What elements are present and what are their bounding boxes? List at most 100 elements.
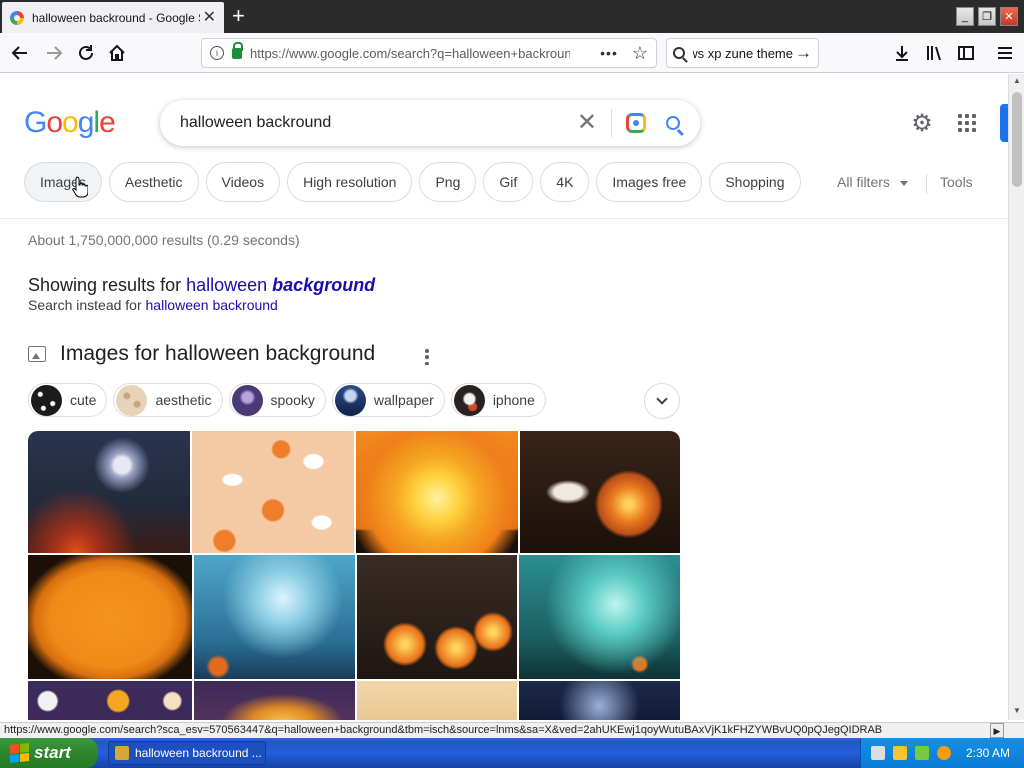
search-input[interactable]: halloween backround <box>180 114 331 132</box>
link-status-bar: https://www.google.com/search?sca_esv=57… <box>0 722 1024 738</box>
spelling-correction: Showing results for halloween background <box>28 275 375 296</box>
close-tab-icon[interactable]: ✕ <box>203 9 216 26</box>
chip-shopping[interactable]: Shopping <box>709 162 801 202</box>
chip-4k[interactable]: 4K <box>540 162 590 202</box>
menu-button[interactable] <box>993 41 1017 65</box>
image-result[interactable] <box>520 431 680 553</box>
image-result[interactable] <box>356 431 518 553</box>
page-actions-icon[interactable]: ••• <box>600 45 618 61</box>
image-result[interactable] <box>192 431 354 553</box>
header-divider <box>0 218 1008 219</box>
refine-chip-spooky[interactable]: spooky <box>228 383 326 417</box>
image-results-grid <box>28 431 680 720</box>
back-arrow-icon <box>11 46 27 60</box>
search-go-arrow-icon[interactable]: → <box>795 43 812 63</box>
hand-cursor-icon <box>72 176 88 198</box>
google-lens-icon[interactable] <box>626 113 646 133</box>
security-shield-icon[interactable] <box>893 746 907 760</box>
original-query-link[interactable]: halloween backround <box>146 297 278 313</box>
keyboard-icon[interactable] <box>871 746 885 760</box>
svg-text:Google: Google <box>24 107 115 139</box>
back-button[interactable] <box>8 41 32 65</box>
firefox-icon <box>115 746 129 760</box>
search-instead: Search instead for halloween backround <box>28 297 278 313</box>
clear-search-icon[interactable]: ✕ <box>577 111 597 135</box>
forward-button[interactable] <box>42 41 66 65</box>
browser-search-box[interactable]: windows xp zune theme → <box>666 38 819 68</box>
new-tab-button[interactable]: + <box>232 5 245 27</box>
vertical-scrollbar[interactable]: ▲ ▼ <box>1008 74 1024 720</box>
library-button[interactable] <box>922 41 946 65</box>
chip-aesthetic[interactable]: Aesthetic <box>108 162 199 202</box>
refine-chips: cute aesthetic spooky wallpaper iphone <box>28 383 546 417</box>
refine-chip-wallpaper[interactable]: wallpaper <box>331 383 445 417</box>
screen: halloween backround - Google Search ✕ + … <box>0 0 1024 768</box>
chip-images-free[interactable]: Images free <box>596 162 703 202</box>
status-scroll-right-icon[interactable]: ▶ <box>990 723 1004 738</box>
sign-in-button-edge[interactable] <box>1000 104 1008 142</box>
network-icon[interactable] <box>915 746 929 760</box>
search-tray-icon[interactable] <box>937 746 951 760</box>
image-result[interactable] <box>357 555 517 679</box>
refine-label: iphone <box>492 392 535 408</box>
search-submit-icon[interactable] <box>666 116 680 130</box>
google-logo-image: Google <box>24 106 116 139</box>
scroll-down-icon[interactable]: ▼ <box>1011 706 1023 718</box>
refine-chip-cute[interactable]: cute <box>28 383 108 417</box>
refine-chip-iphone[interactable]: iphone <box>450 383 546 417</box>
corrected-word: background <box>272 275 376 295</box>
image-result[interactable] <box>519 555 680 679</box>
showing-prefix: Showing results for <box>28 275 182 295</box>
expand-refine-button[interactable] <box>644 383 680 419</box>
image-result[interactable] <box>194 555 355 679</box>
image-result[interactable] <box>519 681 680 720</box>
google-results-page: Google halloween backround ✕ ⚙ Images Ae… <box>0 74 1008 720</box>
corrected-query-link[interactable]: halloween background <box>186 275 375 295</box>
reload-button[interactable] <box>74 41 98 65</box>
image-result[interactable] <box>28 555 192 679</box>
sidebar-button[interactable] <box>954 41 978 65</box>
browser-tab[interactable]: halloween backround - Google Search ✕ <box>2 2 224 33</box>
chip-png[interactable]: Png <box>419 162 477 202</box>
downloads-button[interactable] <box>890 41 914 65</box>
refine-label: spooky <box>270 392 315 408</box>
image-result[interactable] <box>357 681 517 720</box>
chip-videos[interactable]: Videos <box>205 162 281 202</box>
home-button[interactable] <box>105 41 129 65</box>
refine-thumb <box>231 384 263 416</box>
chip-gif[interactable]: Gif <box>483 162 534 202</box>
url-text[interactable]: https://www.google.com/search?q=hallowee… <box>250 46 570 61</box>
scroll-up-icon[interactable]: ▲ <box>1011 76 1023 88</box>
navigation-toolbar: i https://www.google.com/search?q=hallow… <box>0 33 1024 73</box>
chip-images[interactable]: Images <box>24 162 102 202</box>
start-label: start <box>34 743 71 762</box>
bookmark-star-icon[interactable]: ☆ <box>632 43 648 64</box>
images-heading[interactable]: Images for halloween background <box>60 342 375 366</box>
refine-label: wallpaper <box>373 392 434 408</box>
site-info-icon[interactable]: i <box>210 46 224 60</box>
google-apps-icon[interactable] <box>958 114 976 132</box>
maximize-button[interactable]: ❐ <box>978 7 996 26</box>
taskbar-window-label: halloween backround ... <box>135 746 262 760</box>
more-options-icon[interactable] <box>425 349 429 365</box>
refine-chip-aesthetic[interactable]: aesthetic <box>113 383 223 417</box>
scroll-thumb[interactable] <box>1012 92 1022 187</box>
image-result[interactable] <box>28 431 190 553</box>
start-button[interactable]: start <box>0 738 98 768</box>
google-logo[interactable]: Google <box>24 106 116 147</box>
search-box[interactable]: halloween backround ✕ <box>160 100 700 146</box>
chip-high-resolution[interactable]: High resolution <box>287 162 413 202</box>
close-window-button[interactable]: ✕ <box>1000 7 1018 26</box>
address-bar[interactable]: i https://www.google.com/search?q=hallow… <box>201 38 657 68</box>
image-result[interactable] <box>194 681 355 720</box>
minimize-button[interactable]: _ <box>956 7 974 26</box>
settings-gear-icon[interactable]: ⚙ <box>909 111 935 137</box>
status-url: https://www.google.com/search?sca_esv=57… <box>4 724 883 736</box>
browser-search-input[interactable]: windows xp zune theme <box>693 46 793 61</box>
sidebar-icon <box>958 46 974 60</box>
tools-button[interactable]: Tools <box>940 174 973 190</box>
taskbar-window-button[interactable]: halloween backround ... <box>108 741 266 765</box>
all-filters-button[interactable]: All filters <box>837 174 908 190</box>
refine-label: cute <box>70 392 97 408</box>
image-result[interactable] <box>28 681 192 720</box>
